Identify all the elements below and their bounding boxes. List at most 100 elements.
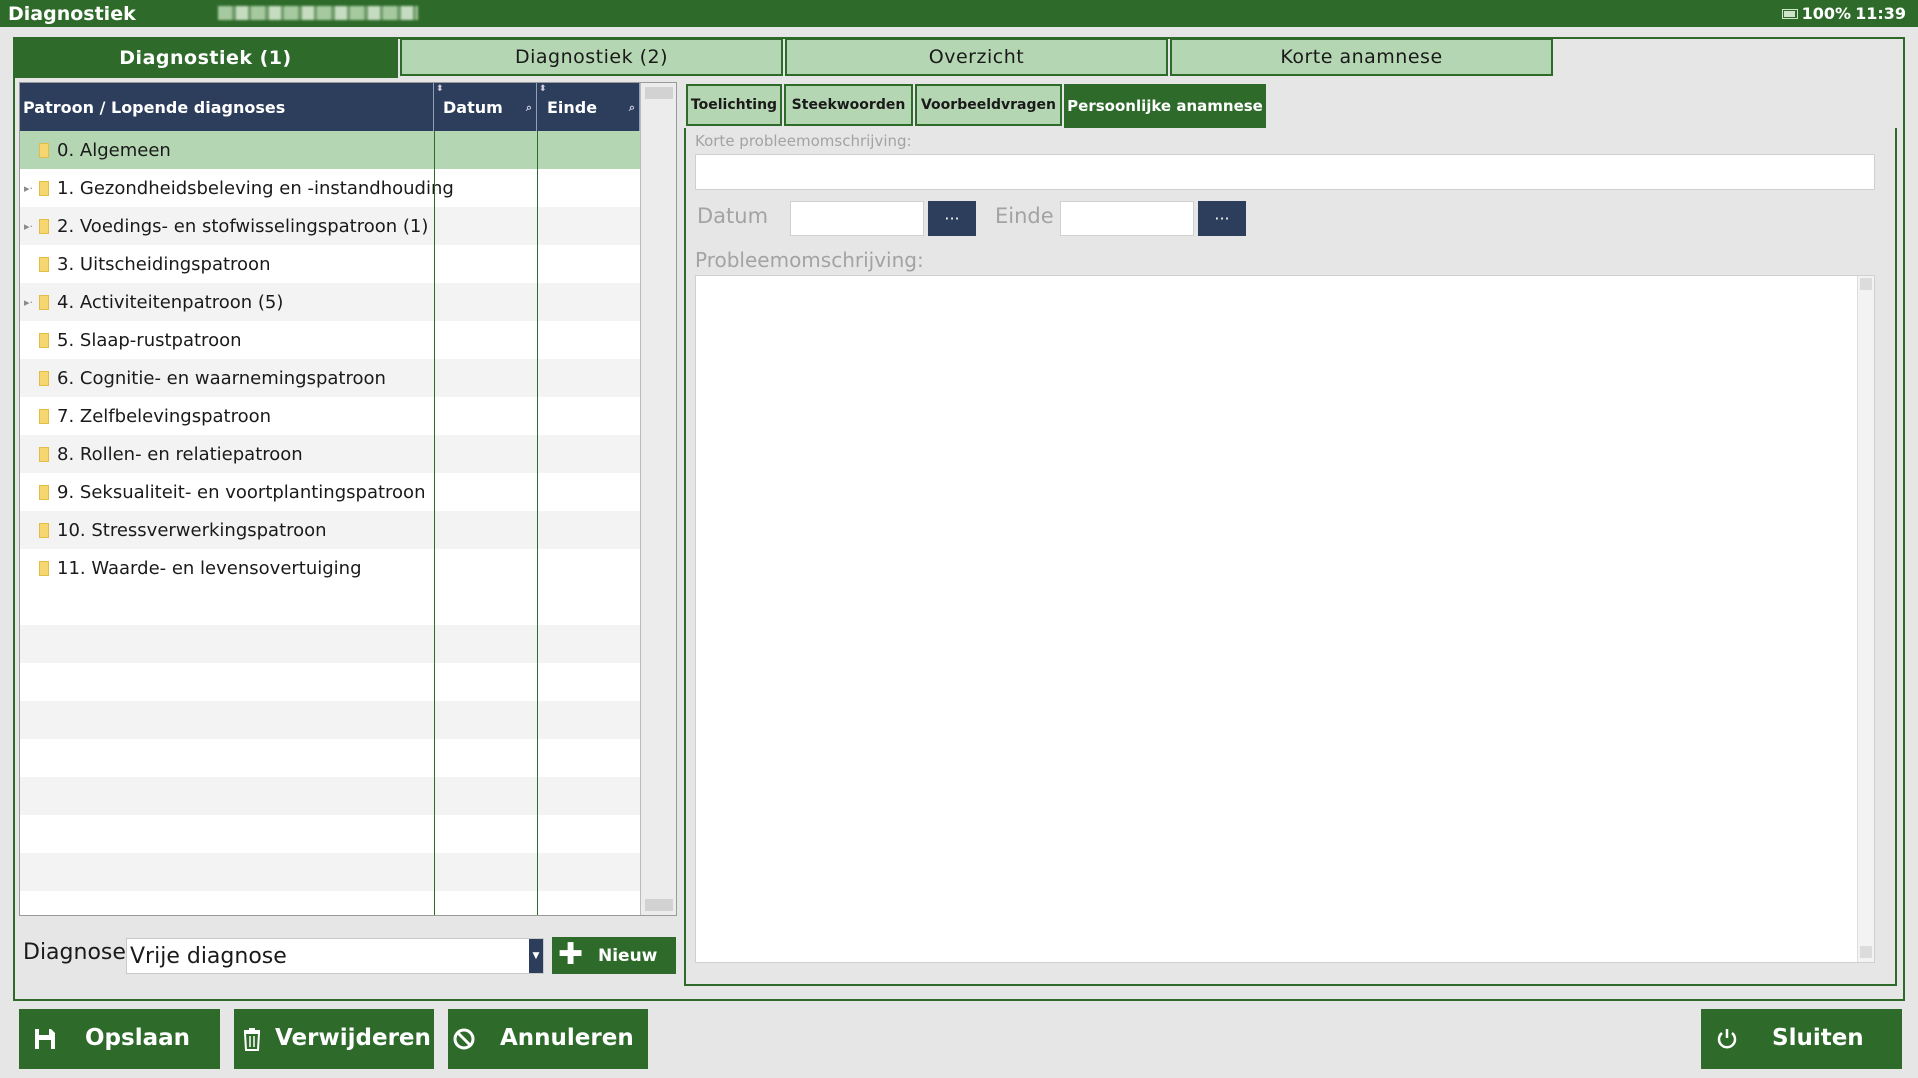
- list-item[interactable]: 3. Uitscheidingspatroon: [20, 245, 640, 283]
- tab-toelichting[interactable]: Toelichting: [686, 84, 782, 126]
- tab-voorbeeldvragen[interactable]: Voorbeeldvragen: [915, 84, 1062, 126]
- date-input[interactable]: [790, 201, 924, 236]
- diagnose-select-value: Vrije diagnose: [130, 944, 287, 969]
- battery-icon: [1781, 8, 1798, 19]
- folder-icon: [39, 257, 49, 272]
- tab-label: Toelichting: [690, 97, 778, 113]
- search-icon[interactable]: ⌕: [526, 101, 532, 115]
- date-picker-button[interactable]: ···: [928, 201, 976, 236]
- list-item-label: 7. Zelfbelevingspatroon: [57, 405, 272, 427]
- short-description-input[interactable]: [695, 154, 1875, 190]
- folder-icon: [39, 447, 49, 462]
- list-item[interactable]: ▸· 1. Gezondheidsbeleving en -instandhoud…: [20, 169, 640, 207]
- list-item[interactable]: 10. Stressverwerkingspatroon: [20, 511, 640, 549]
- list-item[interactable]: 0. Algemeen: [20, 131, 640, 169]
- list-item-label: 4. Activiteitenpatroon (5): [57, 291, 284, 313]
- close-label: Sluiten: [1772, 1025, 1864, 1051]
- tab-label: Diagnostiek (2): [514, 46, 669, 68]
- folder-icon: [39, 295, 49, 310]
- new-diagnose-button[interactable]: ✚ Nieuw: [552, 937, 676, 974]
- status-area: 100% 11:39: [1781, 4, 1906, 23]
- end-date-input[interactable]: [1060, 201, 1194, 236]
- list-item[interactable]: 6. Cognitie- en waarnemingspatroon: [20, 359, 640, 397]
- list-scrollbar[interactable]: [640, 83, 676, 915]
- scroll-down-button[interactable]: [1860, 946, 1872, 958]
- list-item[interactable]: 5. Slaap-rustpatroon: [20, 321, 640, 359]
- search-icon[interactable]: ⌕: [629, 101, 635, 115]
- empty-row: [20, 663, 640, 701]
- tab-label: Korte anamnese: [1280, 46, 1443, 68]
- list-item[interactable]: 9. Seksualiteit- en voortplantingspatroo…: [20, 473, 640, 511]
- expand-icon[interactable]: ▸·: [24, 220, 33, 233]
- sort-icon: ⬍: [436, 84, 444, 94]
- folder-icon: [39, 181, 49, 196]
- column-divider: [537, 131, 538, 915]
- list-item-label: 11. Waarde- en levensovertuiging: [57, 557, 362, 579]
- tab-label: Voorbeeldvragen: [920, 97, 1056, 113]
- list-item-label: 5. Slaap-rustpatroon: [57, 329, 242, 351]
- close-button[interactable]: Sluiten: [1701, 1009, 1902, 1069]
- empty-row: [20, 587, 640, 625]
- problem-description-textarea[interactable]: [695, 275, 1875, 963]
- end-label: Einde: [995, 204, 1054, 228]
- save-label: Opslaan: [85, 1025, 191, 1051]
- power-icon: [1717, 1029, 1737, 1049]
- column-divider: [434, 131, 435, 915]
- tab-korte-anamnese[interactable]: Korte anamnese: [1170, 38, 1553, 76]
- patient-name-redacted: [218, 6, 418, 20]
- save-button[interactable]: Opslaan: [19, 1009, 220, 1069]
- title-bar: Diagnostiek 100% 11:39: [0, 0, 1918, 27]
- empty-row: [20, 777, 640, 815]
- folder-icon: [39, 333, 49, 348]
- scroll-up-button[interactable]: [645, 87, 673, 99]
- empty-row: [20, 853, 640, 891]
- clock: 11:39: [1855, 4, 1906, 23]
- list-header: Patroon / Lopende diagnoses ⬍ Datum ⌕ ⬍ …: [20, 83, 640, 131]
- expand-icon[interactable]: ▸·: [24, 296, 33, 309]
- diagnose-label: Diagnose: [23, 940, 126, 965]
- ellipsis-icon: ···: [944, 209, 960, 228]
- list-item[interactable]: ▸· 4. Activiteitenpatroon (5): [20, 283, 640, 321]
- tab-label: Diagnostiek (1): [119, 47, 292, 69]
- chevron-down-icon[interactable]: ▼: [529, 939, 543, 973]
- cancel-label: Annuleren: [500, 1025, 634, 1051]
- list-item[interactable]: 8. Rollen- en relatiepatroon: [20, 435, 640, 473]
- folder-icon: [39, 523, 49, 538]
- col-header-label: Patroon / Lopende diagnoses: [23, 97, 286, 117]
- tab-overzicht[interactable]: Overzicht: [785, 38, 1168, 76]
- tab-label: Persoonlijke anamnese: [1067, 97, 1263, 115]
- list-item[interactable]: 7. Zelfbelevingspatroon: [20, 397, 640, 435]
- list-item[interactable]: 11. Waarde- en levensovertuiging: [20, 549, 640, 587]
- list-item-label: 6. Cognitie- en waarnemingspatroon: [57, 367, 386, 389]
- list-rows: 0. Algemeen ▸· 1. Gezondheidsbeleving en …: [20, 131, 640, 915]
- pattern-list[interactable]: Patroon / Lopende diagnoses ⬍ Datum ⌕ ⬍ …: [19, 82, 677, 916]
- folder-icon: [39, 561, 49, 576]
- scroll-up-button[interactable]: [1860, 278, 1872, 290]
- date-label: Datum: [697, 204, 769, 228]
- end-date-picker-button[interactable]: ···: [1198, 201, 1246, 236]
- no-entry-icon: [453, 1028, 475, 1050]
- list-item-label: 9. Seksualiteit- en voortplantingspatroo…: [57, 481, 426, 503]
- tab-diagnostiek-1[interactable]: Diagnostiek (1): [13, 38, 398, 78]
- col-header-date[interactable]: ⬍ Datum ⌕: [434, 83, 537, 131]
- scroll-down-button[interactable]: [645, 899, 673, 911]
- col-header-end[interactable]: ⬍ Einde ⌕: [537, 83, 640, 131]
- cancel-button[interactable]: Annuleren: [448, 1009, 648, 1069]
- sub-tabs: Toelichting Steekwoorden Voorbeeldvragen…: [686, 84, 1268, 128]
- empty-row: [20, 815, 640, 853]
- folder-icon: [39, 219, 49, 234]
- textarea-scrollbar[interactable]: [1857, 276, 1874, 962]
- tab-persoonlijke-anamnese[interactable]: Persoonlijke anamnese: [1064, 84, 1266, 128]
- delete-button[interactable]: Verwijderen: [234, 1009, 434, 1069]
- diagnose-select[interactable]: Vrije diagnose ▼: [126, 938, 544, 974]
- folder-icon: [39, 485, 49, 500]
- list-item[interactable]: ▸· 2. Voedings- en stofwisselingspatroon …: [20, 207, 640, 245]
- list-item-label: 2. Voedings- en stofwisselingspatroon (1…: [57, 215, 429, 237]
- empty-row: [20, 739, 640, 777]
- folder-icon: [39, 371, 49, 386]
- tab-steekwoorden[interactable]: Steekwoorden: [784, 84, 913, 126]
- tab-label: Overzicht: [928, 46, 1025, 68]
- col-header-pattern[interactable]: Patroon / Lopende diagnoses: [20, 83, 434, 131]
- expand-icon[interactable]: ▸·: [24, 182, 33, 195]
- tab-diagnostiek-2[interactable]: Diagnostiek (2): [400, 38, 783, 76]
